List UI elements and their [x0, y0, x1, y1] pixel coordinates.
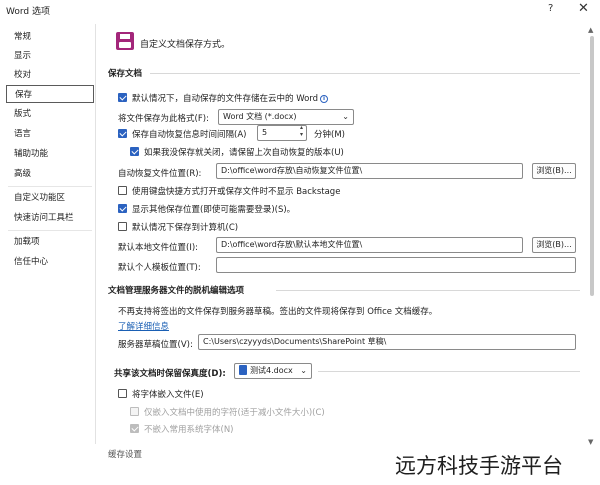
- sidebar-item-general[interactable]: 常规: [6, 28, 94, 46]
- page-title: 自定义文档保存方式。: [140, 40, 231, 50]
- scrollbar-thumb[interactable]: [590, 36, 594, 296]
- sidebar-item-display[interactable]: 显示: [6, 47, 94, 65]
- close-icon[interactable]: ✕: [578, 1, 589, 16]
- fidelity-document-value: 测试4.docx: [250, 366, 293, 375]
- sidebar-item-save[interactable]: 保存: [6, 85, 94, 103]
- save-format-dropdown[interactable]: Word 文档 (*.docx) ⌄: [218, 109, 354, 125]
- server-drafts-label: 服务器草稿位置(V):: [118, 340, 193, 350]
- default-local-location-value: D:\office\word存放\默认本地文件位置\: [221, 240, 363, 249]
- cloud-default-label: 默认情况下，自动保存的文件存储在云中的 Word: [132, 94, 319, 104]
- sidebar-item-trust-center[interactable]: 信任中心: [6, 253, 94, 271]
- info-icon[interactable]: i: [320, 95, 329, 103]
- show-other-locations-checkbox[interactable]: [118, 204, 127, 213]
- server-drafts-input[interactable]: C:\Users\czyyyds\Documents\SharePoint 草稿…: [198, 334, 576, 350]
- browse-autorecover-button[interactable]: 浏览(B)...: [532, 163, 576, 179]
- section-heading-save-documents: 保存文档: [108, 69, 143, 79]
- autorecover-location-input[interactable]: D:\office\word存放\自动恢复文件位置\: [216, 163, 523, 179]
- default-local-checkbox[interactable]: [118, 222, 127, 231]
- sidebar-item-quick-access[interactable]: 快速访问工具栏: [6, 209, 94, 227]
- show-other-locations-label: 显示其他保存位置(即使可能需要登录)(S)。: [132, 205, 296, 215]
- section-heading-offline-editing: 文档管理服务器文件的脱机编辑选项: [108, 286, 245, 296]
- no-common-fonts-label: 不嵌入常用系统字体(N): [144, 425, 234, 435]
- chevron-down-icon: ⌄: [300, 366, 307, 375]
- section-heading-cache: 缓存设置: [108, 450, 143, 460]
- embed-fonts-checkbox[interactable]: [118, 389, 127, 398]
- sidebar-item-proofing[interactable]: 校对: [6, 66, 94, 84]
- autorecover-minutes-input[interactable]: 5 ▴ ▾: [257, 125, 307, 141]
- sidebar-item-customize-ribbon[interactable]: 自定义功能区: [6, 189, 94, 207]
- autorecover-checkbox[interactable]: [118, 129, 127, 138]
- word-document-icon: [239, 365, 247, 375]
- default-local-location-input[interactable]: D:\office\word存放\默认本地文件位置\: [216, 237, 523, 253]
- scroll-up-icon[interactable]: ▲: [588, 26, 593, 34]
- keep-last-version-checkbox[interactable]: [130, 147, 139, 156]
- embed-fonts-label: 将字体嵌入文件(E): [132, 390, 204, 400]
- save-format-value: Word 文档 (*.docx): [223, 112, 297, 121]
- scroll-down-icon[interactable]: ▼: [588, 438, 593, 446]
- sidebar-item-addins[interactable]: 加载项: [6, 233, 94, 251]
- save-options-panel: 自定义文档保存方式。 保存文档 默认情况下，自动保存的文件存储在云中的 Word…: [100, 24, 586, 460]
- title-bar: Word 选项 ? ✕: [0, 0, 600, 20]
- section-divider: [276, 290, 580, 291]
- no-backstage-label: 使用键盘快捷方式打开或保存文件时不显示 Backstage: [132, 187, 341, 197]
- save-icon: [116, 32, 134, 50]
- embed-used-only-label: 仅嵌入文档中使用的字符(适于减小文件大小)(C): [144, 408, 325, 418]
- no-backstage-checkbox[interactable]: [118, 186, 127, 195]
- help-icon[interactable]: ?: [548, 3, 553, 14]
- autorecover-label: 保存自动恢复信息时间间隔(A): [132, 130, 247, 140]
- chevron-down-icon: ⌄: [342, 112, 349, 121]
- section-divider: [318, 371, 580, 372]
- sidebar-divider: [8, 186, 92, 187]
- embed-used-only-checkbox[interactable]: [130, 407, 139, 416]
- fidelity-document-dropdown[interactable]: 测试4.docx ⌄: [234, 363, 312, 379]
- watermark-text: 远方科技手游平台: [395, 454, 563, 478]
- sidebar-item-typography[interactable]: 版式: [6, 105, 94, 123]
- format-label: 将文件保存为此格式(F):: [118, 114, 209, 124]
- section-divider: [150, 73, 580, 74]
- sidebar-item-language[interactable]: 语言: [6, 125, 94, 143]
- autorecover-minutes-value: 5: [262, 128, 268, 137]
- window-title: Word 选项: [6, 7, 50, 17]
- cloud-default-checkbox[interactable]: [118, 93, 127, 102]
- server-drafts-value: C:\Users\czyyyds\Documents\SharePoint 草稿…: [203, 337, 387, 346]
- personal-templates-label: 默认个人模板位置(T):: [118, 263, 201, 273]
- no-common-fonts-checkbox[interactable]: [130, 424, 139, 433]
- browse-default-local-button[interactable]: 浏览(B)...: [532, 237, 576, 253]
- offline-description: 不再支持将签出的文件保存到服务器草稿。签出的文件现将保存到 Office 文档缓…: [118, 307, 438, 317]
- learn-more-link[interactable]: 了解详细信息: [118, 320, 169, 332]
- sidebar-item-accessibility[interactable]: 辅助功能: [6, 145, 94, 163]
- personal-templates-input[interactable]: [216, 257, 576, 273]
- default-local-location-label: 默认本地文件位置(I):: [118, 243, 199, 253]
- sidebar-divider: [8, 230, 92, 231]
- section-heading-fidelity: 共享该文档时保留保真度(D):: [114, 369, 226, 379]
- autorecover-location-label: 自动恢复文件位置(R):: [118, 169, 202, 179]
- keep-last-version-label: 如果我没保存就关闭，请保留上次自动恢复的版本(U): [144, 148, 344, 158]
- sidebar-item-advanced[interactable]: 高级: [6, 165, 94, 183]
- default-local-label: 默认情况下保存到计算机(C): [132, 223, 239, 233]
- autorecover-location-value: D:\office\word存放\自动恢复文件位置\: [221, 166, 363, 175]
- cloud-default-row: 默认情况下，自动保存的文件存储在云中的 Word i: [132, 92, 329, 104]
- spinner-arrows-icon[interactable]: ▴ ▾: [300, 126, 303, 138]
- sidebar: 常规 显示 校对 保存 版式 语言 辅助功能 高级 自定义功能区 快速访问工具栏…: [4, 24, 96, 444]
- autorecover-unit: 分钟(M): [314, 130, 345, 140]
